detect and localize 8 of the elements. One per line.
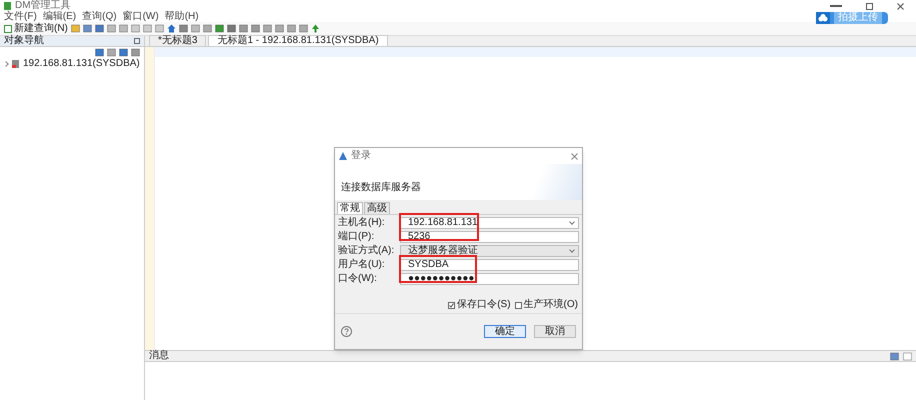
dialog-header: 连接数据库服务器	[341, 183, 421, 193]
field-label: 端口(P):	[338, 232, 376, 242]
field-label: 验证方式(A):	[338, 246, 396, 256]
field-label: 用户名(U):	[338, 260, 386, 270]
field-label: 主机名(H):	[338, 218, 386, 228]
field-label: 口令(W):	[338, 274, 378, 284]
dialog-title: 登录	[351, 151, 371, 161]
window-title: DM管理工具	[15, 1, 71, 11]
